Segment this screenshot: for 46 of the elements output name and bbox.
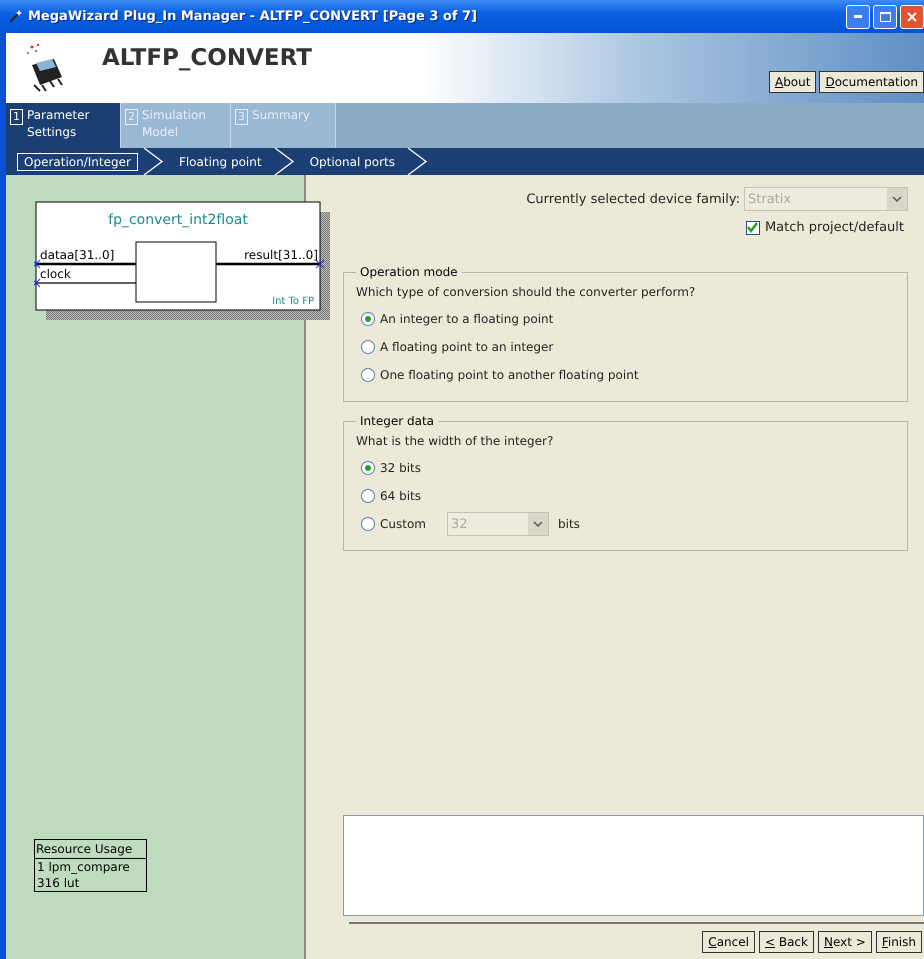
breadcrumb-tab[interactable]: Operation/Integer <box>17 152 138 170</box>
radio-button[interactable] <box>361 340 375 354</box>
unit-label: bits <box>558 517 580 531</box>
group-title: Integer data <box>359 414 436 428</box>
radio-button[interactable] <box>361 489 375 503</box>
symbol-type-label: Int To FP <box>272 296 314 307</box>
wizard-button[interactable]: Next > <box>818 931 872 953</box>
device-family-label: Currently selected device family: <box>526 192 740 206</box>
port-label: clock <box>40 267 71 281</box>
checkbox-label: Match project/default <box>764 220 904 235</box>
breadcrumb-tab[interactable]: Floating point <box>172 152 269 170</box>
port-label: dataa[31..0] <box>40 248 114 262</box>
table-line: 316 lut <box>36 875 80 891</box>
radio-button[interactable] <box>361 368 375 382</box>
breadcrumb-tab[interactable]: Optional ports <box>302 152 402 170</box>
question-text: Which type of conversion should the converter perform? <box>356 285 696 299</box>
option-label: One floating point to another floating point <box>380 368 639 382</box>
documentation-button[interactable]: Documentation <box>819 71 924 93</box>
option-label: 64 bits <box>380 489 421 503</box>
maximize-icon <box>880 12 890 22</box>
wizard-button[interactable]: < Back <box>758 931 814 953</box>
group-title: Operation mode <box>359 265 459 279</box>
maximize-button[interactable] <box>873 4 897 28</box>
option-label: Custom <box>380 517 427 531</box>
question-text: What is the width of the integer? <box>356 434 554 448</box>
close-button[interactable] <box>900 4 924 28</box>
table-line: 1 lpm_compare <box>36 859 131 875</box>
table-title: Resource Usage <box>35 840 146 859</box>
about-button[interactable]: About <box>768 71 816 93</box>
option-label: An integer to a floating point <box>380 312 554 326</box>
step-tab[interactable]: 1 Parameter Settings <box>6 103 121 148</box>
option-label: A floating point to an integer <box>380 340 554 354</box>
wizard-button[interactable]: Cancel <box>702 931 755 953</box>
port-label: result[31..0] <box>244 248 318 262</box>
wizard-button[interactable]: Finish <box>876 931 922 953</box>
close-icon <box>907 12 917 22</box>
radio-button[interactable] <box>361 312 375 326</box>
checkbox[interactable] <box>746 220 760 234</box>
window-title: MegaWizard Plug_In Manager - ALTFP_CONVERT [Page 3 of 7] <box>28 9 478 24</box>
symbol-name: fp_convert_int2float <box>108 212 248 228</box>
radio-button[interactable] <box>361 461 375 475</box>
option-label: 32 bits <box>380 461 421 475</box>
minimize-icon <box>854 15 862 18</box>
minimize-button[interactable] <box>846 4 870 28</box>
wand-icon <box>8 10 22 24</box>
component-title: ALTFP_CONVERT <box>102 45 312 71</box>
